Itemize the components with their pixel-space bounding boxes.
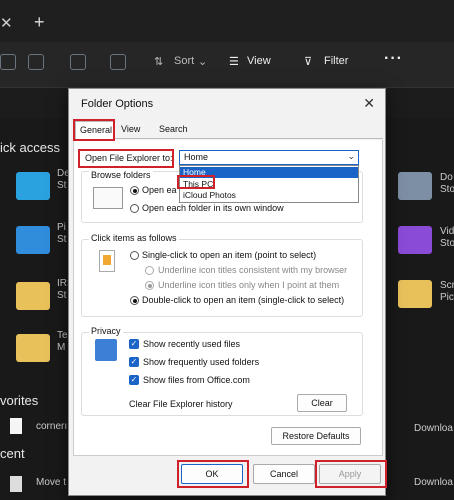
highlight-open-label: [78, 149, 174, 168]
single-click-radio[interactable]: [130, 251, 139, 260]
folder-label: Te M: [57, 330, 68, 353]
paste-icon[interactable]: [70, 54, 86, 70]
desktop-folder-icon[interactable]: [16, 172, 50, 200]
open-own-window-label[interactable]: Open each folder in its own window: [142, 203, 284, 213]
highlight-apply: [315, 460, 387, 488]
underline-point-radio[interactable]: [145, 281, 154, 290]
tab-view[interactable]: View: [117, 121, 144, 139]
view-button[interactable]: View: [247, 55, 271, 67]
open-same-window-radio[interactable]: [130, 186, 139, 195]
browse-folders-icon: [93, 187, 123, 209]
double-click-label[interactable]: Double-click to open an item (single-cli…: [142, 295, 344, 305]
tab-bar: [0, 0, 454, 42]
file-name[interactable]: cornerı: [36, 421, 67, 432]
file-icon: [10, 476, 22, 492]
browse-folders-title: Browse folders: [89, 170, 153, 180]
privacy-icon: [95, 339, 117, 361]
close-tab-button[interactable]: ✕: [0, 14, 13, 32]
chevron-down-icon: ⌄: [198, 56, 208, 68]
recent-files-label[interactable]: Show recently used files: [143, 339, 240, 349]
filter-icon[interactable]: ⊽: [304, 55, 312, 68]
folder-label: Scr Pict: [440, 280, 454, 303]
privacy-title: Privacy: [89, 326, 123, 336]
favorites-heading[interactable]: vorites: [0, 393, 38, 408]
tab-search[interactable]: Search: [155, 121, 192, 139]
chevron-down-icon[interactable]: ⌄: [347, 151, 355, 162]
highlight-this-pc: [177, 175, 215, 189]
documents-folder-icon[interactable]: [398, 172, 432, 200]
folder-label: Pi St: [57, 222, 67, 245]
office-files-label[interactable]: Show files from Office.com: [143, 375, 250, 385]
restore-defaults-button[interactable]: Restore Defaults: [271, 427, 361, 445]
double-click-radio[interactable]: [130, 296, 139, 305]
dialog-title: Folder Options: [81, 98, 154, 110]
file-name[interactable]: Move t: [36, 477, 66, 488]
hand-pointer-icon: [103, 255, 111, 265]
filter-button[interactable]: Filter: [324, 55, 348, 67]
sort-icon[interactable]: ⇅: [154, 55, 163, 68]
recent-files-checkbox[interactable]: ✓: [129, 339, 139, 349]
open-same-window-label[interactable]: Open ea: [142, 185, 177, 195]
view-icon[interactable]: ☰: [229, 55, 239, 68]
irs-folder-icon[interactable]: [16, 282, 50, 310]
cut-icon[interactable]: [0, 54, 16, 70]
new-tab-button[interactable]: +: [34, 12, 45, 33]
file-icon: [10, 418, 22, 434]
folder-options-dialog: Folder Options ✕ General View Search Ope…: [68, 88, 387, 496]
file-location: Downloa: [414, 477, 453, 488]
frequent-folders-label[interactable]: Show frequently used folders: [143, 357, 259, 367]
videos-folder-icon[interactable]: [398, 226, 432, 254]
copy-icon[interactable]: [28, 54, 44, 70]
underline-browser-label: Underline icon titles consistent with my…: [158, 265, 348, 275]
underline-browser-radio[interactable]: [145, 266, 154, 275]
more-options-button[interactable]: ···: [384, 50, 403, 68]
recent-heading[interactable]: cent: [0, 446, 25, 461]
file-location: Downloa: [414, 423, 453, 434]
open-own-window-radio[interactable]: [130, 204, 139, 213]
frequent-folders-checkbox[interactable]: ✓: [129, 357, 139, 367]
delete-icon[interactable]: [110, 54, 126, 70]
clear-history-label: Clear File Explorer history: [129, 399, 233, 409]
pictures-folder-icon[interactable]: [16, 226, 50, 254]
click-items-title: Click items as follows: [89, 233, 179, 243]
sort-button[interactable]: Sort: [174, 55, 194, 67]
open-explorer-value: Home: [184, 152, 209, 162]
screenshots-folder-icon[interactable]: [398, 280, 432, 308]
folder-icon[interactable]: [16, 334, 50, 362]
folder-label: Vid Sto: [440, 226, 454, 249]
open-explorer-select[interactable]: Home ⌄: [179, 150, 359, 165]
folder-label: Do Sto: [440, 172, 454, 195]
cancel-button[interactable]: Cancel: [253, 464, 315, 484]
underline-point-label: Underline icon titles only when I point …: [158, 280, 340, 290]
single-click-label[interactable]: Single-click to open an item (point to s…: [142, 250, 316, 260]
highlight-ok: [177, 460, 249, 488]
office-files-checkbox[interactable]: ✓: [129, 375, 139, 385]
tab-strip: General View Search: [73, 121, 383, 139]
highlight-general-tab: [73, 119, 115, 141]
close-icon[interactable]: ✕: [363, 95, 375, 112]
quick-access-heading[interactable]: ick access: [0, 140, 60, 155]
dropdown-option-icloud-photos[interactable]: iCloud Photos: [180, 190, 358, 201]
clear-button[interactable]: Clear: [297, 394, 347, 412]
